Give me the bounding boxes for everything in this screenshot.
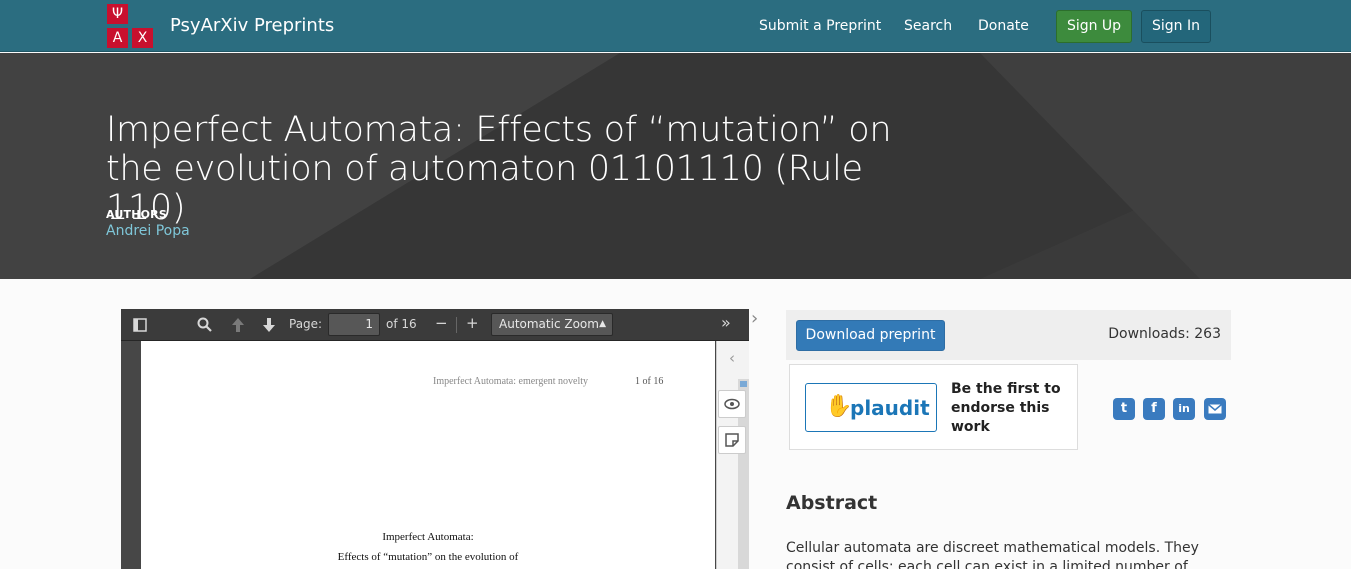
plaudit-cta: Be the first to endorse this work bbox=[951, 381, 1061, 435]
pdf-doc-title-line2: Effects of “mutation” on the evolution o… bbox=[337, 551, 519, 563]
collapse-chevron-icon[interactable]: ‹ bbox=[718, 345, 746, 373]
brand-link[interactable]: PsyArXiv Preprints bbox=[170, 15, 334, 36]
zoom-out-icon[interactable]: − bbox=[435, 315, 448, 331]
plaudit-widget: ✋ plaudit Be the first to endorse this w… bbox=[789, 364, 1078, 450]
authors-label: AUTHORS bbox=[106, 208, 167, 221]
abstract-text: Cellular automata are discreet mathemati… bbox=[786, 540, 1199, 569]
logo-psi: Ψ bbox=[107, 4, 128, 24]
page-total: of 16 bbox=[386, 317, 417, 331]
sign-up-button[interactable]: Sign Up bbox=[1056, 10, 1132, 43]
sidebar-toggle-icon[interactable] bbox=[133, 318, 147, 332]
nav-submit-preprint[interactable]: Submit a Preprint bbox=[759, 18, 881, 34]
email-icon[interactable] bbox=[1204, 398, 1226, 420]
zoom-in-icon[interactable]: + bbox=[466, 315, 479, 331]
logo-chi: Χ bbox=[132, 28, 153, 48]
abstract-heading: Abstract bbox=[786, 492, 878, 514]
pdf-page-number: 1 of 16 bbox=[635, 376, 664, 387]
plaudit-endorse-button[interactable]: ✋ plaudit bbox=[805, 383, 937, 432]
eye-icon[interactable] bbox=[718, 390, 746, 418]
clapping-hands-icon: ✋ bbox=[825, 394, 853, 419]
note-icon[interactable] bbox=[718, 426, 746, 454]
twitter-icon[interactable]: t bbox=[1113, 398, 1135, 420]
sign-in-button[interactable]: Sign In bbox=[1141, 10, 1211, 43]
toolbar-separator bbox=[456, 317, 457, 333]
linkedin-icon[interactable]: in bbox=[1173, 398, 1195, 420]
plaudit-logo-text: plaudit bbox=[850, 396, 930, 420]
page-label: Page: bbox=[289, 317, 323, 331]
previous-page-icon[interactable] bbox=[231, 317, 245, 333]
scrollbar-thumb[interactable] bbox=[740, 381, 747, 387]
download-bar: Download preprint Downloads: 263 bbox=[786, 310, 1231, 360]
preprint-header: Imperfect Automata: Effects of “mutation… bbox=[0, 53, 1351, 279]
logo-alpha: Α bbox=[107, 28, 128, 48]
nav-donate[interactable]: Donate bbox=[978, 18, 1029, 34]
zoom-select[interactable]: Automatic Zoom ▲ bbox=[491, 313, 613, 336]
tools-menu-icon[interactable]: » bbox=[721, 315, 731, 331]
pdf-toolbar: Page: 1 of 16 − + Automatic Zoom ▲ » bbox=[121, 309, 749, 341]
select-caret-icon: ▲ bbox=[599, 319, 606, 329]
author-link[interactable]: Andrei Popa bbox=[106, 223, 190, 239]
psyarxiv-logo[interactable]: Ψ Α Χ bbox=[107, 4, 153, 48]
downloads-count: Downloads: 263 bbox=[1108, 326, 1221, 342]
nav-search[interactable]: Search bbox=[904, 18, 952, 34]
pdf-doc-title-line1: Imperfect Automata: bbox=[382, 531, 474, 543]
page-number-input[interactable]: 1 bbox=[328, 313, 380, 336]
pdf-page: Imperfect Automata: emergent novelty 1 o… bbox=[141, 341, 715, 569]
pdf-viewer[interactable]: Page: 1 of 16 − + Automatic Zoom ▲ » Imp… bbox=[121, 309, 749, 569]
navbar: Ψ Α Χ PsyArXiv Preprints Submit a Prepri… bbox=[0, 0, 1351, 52]
facebook-icon[interactable]: f bbox=[1143, 398, 1165, 420]
expand-viewer-chevron-icon[interactable]: › bbox=[751, 308, 758, 329]
preprint-title: Imperfect Automata: Effects of “mutation… bbox=[106, 110, 892, 228]
next-page-icon[interactable] bbox=[262, 317, 276, 333]
download-preprint-button[interactable]: Download preprint bbox=[796, 320, 945, 351]
pdf-running-head: Imperfect Automata: emergent novelty bbox=[433, 376, 589, 387]
zoom-value: Automatic Zoom bbox=[499, 317, 599, 331]
search-icon[interactable] bbox=[197, 317, 212, 332]
